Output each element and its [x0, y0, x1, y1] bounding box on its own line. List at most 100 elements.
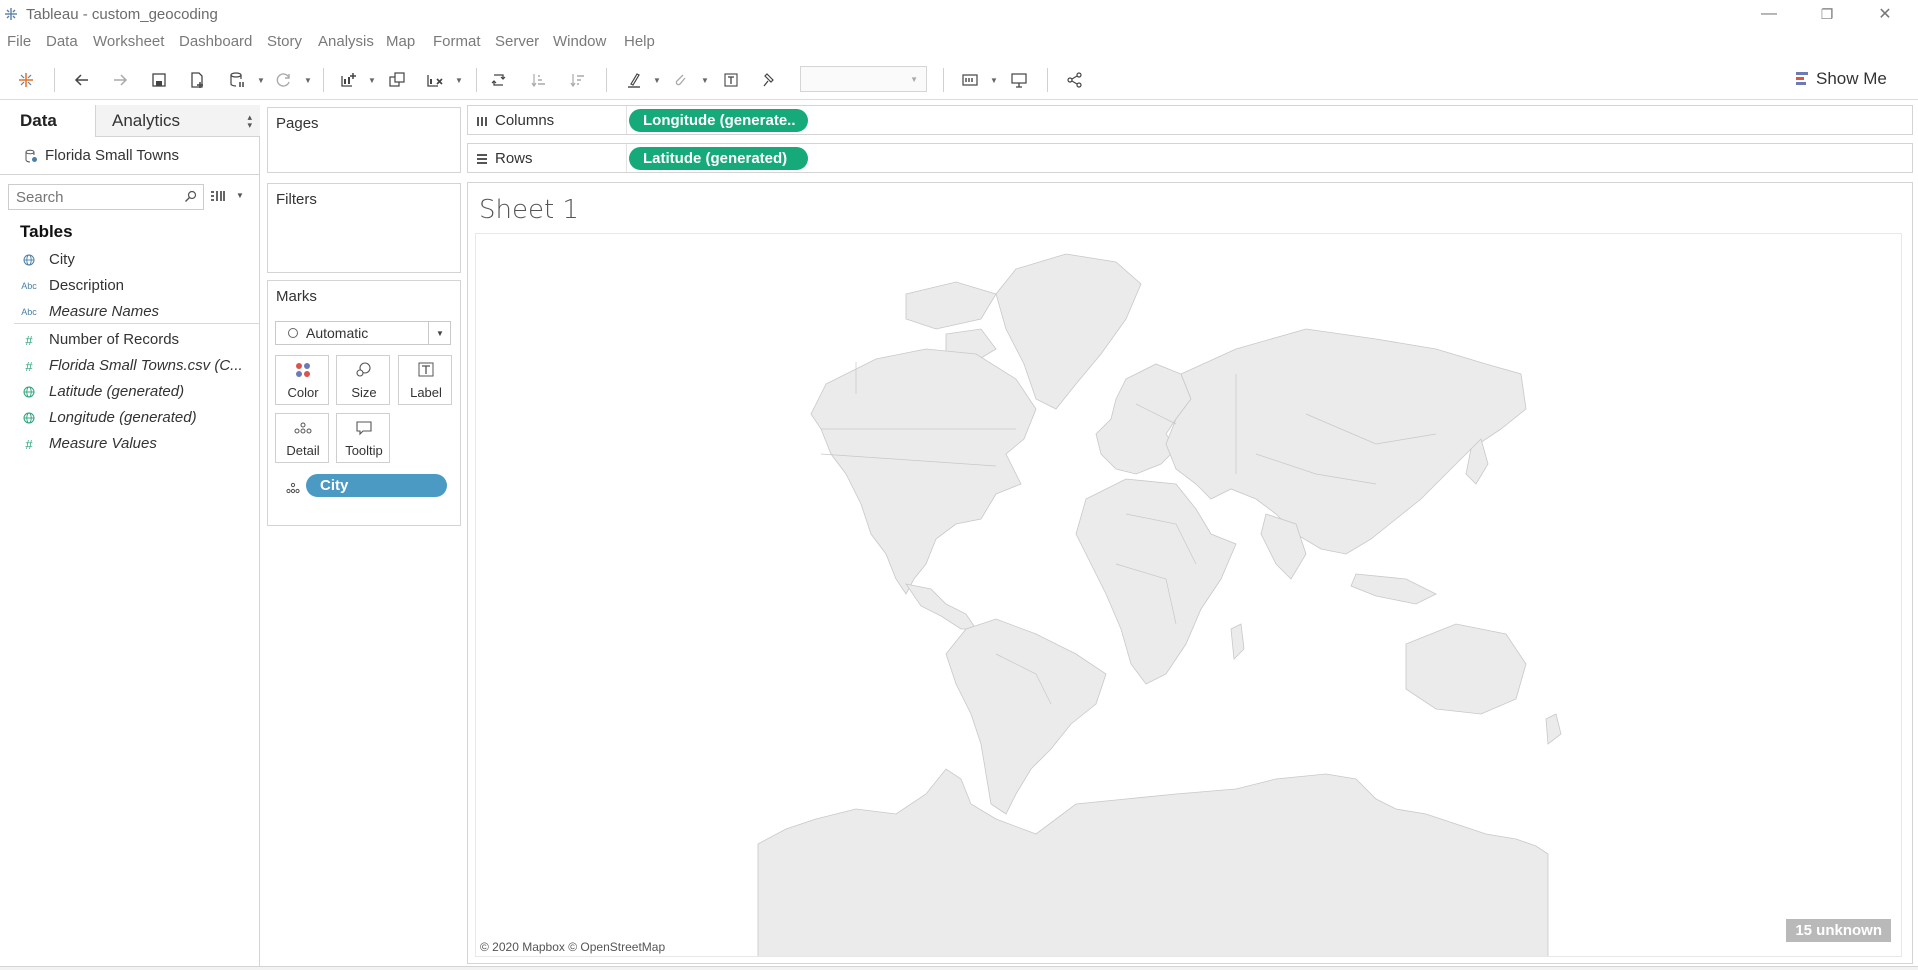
new-datasource-icon[interactable] [183, 66, 211, 94]
close-button[interactable]: ✕ [1856, 0, 1914, 28]
label-icon [399, 362, 453, 380]
group-members-icon[interactable] [666, 66, 694, 94]
australia-shape [1405, 623, 1527, 715]
marks-city-pill[interactable]: City [306, 474, 447, 497]
map-attribution[interactable]: © 2020 Mapbox © OpenStreetMap [480, 940, 665, 954]
redo-icon[interactable] [106, 66, 134, 94]
field-longitude-generated[interactable]: Longitude (generated) [0, 407, 258, 429]
tab-analytics-label: Analytics [112, 111, 181, 130]
mark-type-dropdown[interactable]: Automatic ▼ [275, 321, 451, 345]
marks-card-title: Marks [276, 288, 317, 305]
list-view-icon[interactable] [210, 188, 226, 204]
tableau-start-icon[interactable] [12, 66, 40, 94]
pane-tabs: Data Analytics ▴ ▾ [0, 105, 260, 137]
save-icon[interactable] [145, 66, 173, 94]
field-name: Measure Names [49, 303, 160, 320]
field-city[interactable]: City [0, 249, 258, 271]
share-icon[interactable] [1061, 66, 1089, 94]
swap-rows-columns-icon[interactable] [486, 66, 514, 94]
unknown-indicator[interactable]: 15 unknown [1786, 919, 1891, 942]
presentation-mode-icon[interactable] [1005, 66, 1033, 94]
menu-dashboard[interactable]: Dashboard [179, 33, 252, 50]
abc-icon: Abc [21, 307, 37, 317]
rows-shelf[interactable]: Rows Latitude (generated) [467, 143, 1913, 173]
fit-dropdown[interactable]: ▼ [800, 66, 927, 92]
duplicate-sheet-icon[interactable] [383, 66, 411, 94]
size-button[interactable]: Size [336, 355, 390, 405]
shelf-divider [626, 144, 627, 172]
pause-dropdown-icon[interactable]: ▼ [257, 76, 265, 85]
tab-data[interactable]: Data [0, 105, 96, 137]
pages-card[interactable]: Pages [267, 107, 461, 173]
field-measure-values[interactable]: # Measure Values [0, 433, 258, 455]
title-bar: Tableau - custom_geocoding — ❐ ✕ [0, 0, 1918, 28]
refresh-dropdown-icon[interactable]: ▼ [304, 76, 312, 85]
worksheet-view: Sheet 1 © 2020 Mapbox © OpenStreetMap 15… [467, 182, 1913, 964]
columns-shelf[interactable]: Columns Longitude (generate.. [467, 105, 1913, 135]
mark-type-label: Automatic [306, 325, 369, 341]
highlight-icon[interactable] [620, 66, 648, 94]
menu-worksheet[interactable]: Worksheet [93, 33, 164, 50]
minimize-button[interactable]: — [1740, 0, 1798, 28]
menu-format[interactable]: Format [433, 33, 481, 50]
mark-type-dropdown-button[interactable]: ▼ [428, 322, 450, 344]
show-me-button[interactable]: Show Me [1796, 66, 1887, 92]
columns-icon [477, 117, 487, 126]
restore-button[interactable]: ❐ [1798, 0, 1856, 28]
menu-server[interactable]: Server [495, 33, 539, 50]
field-number-of-records[interactable]: # Number of Records [0, 329, 258, 351]
show-mark-labels-icon[interactable] [717, 66, 745, 94]
filters-card[interactable]: Filters [267, 183, 461, 273]
menu-data[interactable]: Data [46, 33, 78, 50]
refresh-icon[interactable] [270, 66, 298, 94]
view-dropdown-icon[interactable]: ▼ [236, 191, 244, 200]
chevron-down-icon: ▼ [436, 329, 444, 338]
detail-button[interactable]: Detail [275, 413, 329, 463]
field-measure-names[interactable]: Abc Measure Names [0, 301, 258, 323]
clear-sheet-icon[interactable] [421, 66, 449, 94]
pause-updates-icon[interactable] [223, 66, 251, 94]
tooltip-button[interactable]: Tooltip [336, 413, 390, 463]
menu-window[interactable]: Window [553, 33, 606, 50]
field-latitude-generated[interactable]: Latitude (generated) [0, 381, 258, 403]
highlight-dropdown-icon[interactable]: ▼ [653, 76, 661, 85]
field-florida-small-towns-csv[interactable]: # Florida Small Towns.csv (C... [0, 355, 258, 377]
rows-latitude-pill[interactable]: Latitude (generated) [629, 147, 808, 170]
menu-story[interactable]: Story [267, 33, 302, 50]
datasource-item[interactable]: Florida Small Towns [0, 137, 260, 175]
search-input[interactable] [16, 189, 176, 206]
label-button[interactable]: Label [398, 355, 452, 405]
detail-encoding-icon [286, 482, 300, 494]
menu-map[interactable]: Map [386, 33, 415, 50]
datasource-name: Florida Small Towns [45, 147, 179, 164]
central-america-shape [905, 583, 977, 630]
new-worksheet-icon[interactable] [334, 66, 362, 94]
field-description[interactable]: Abc Description [0, 275, 258, 297]
sort-ascending-icon[interactable] [525, 66, 553, 94]
sheet-title[interactable]: Sheet 1 [479, 195, 579, 225]
show-cards-dropdown-icon[interactable]: ▼ [990, 76, 998, 85]
undo-icon[interactable] [68, 66, 96, 94]
menu-help[interactable]: Help [624, 33, 655, 50]
group-dropdown-icon[interactable]: ▼ [701, 76, 709, 85]
datasource-icon [25, 149, 37, 163]
fix-axes-icon[interactable] [755, 66, 783, 94]
map-canvas[interactable]: © 2020 Mapbox © OpenStreetMap 15 unknown [475, 233, 1902, 957]
search-box[interactable] [8, 184, 204, 210]
search-icon[interactable] [184, 190, 197, 203]
pages-card-title: Pages [276, 115, 319, 132]
show-cards-icon[interactable] [956, 66, 984, 94]
field-name: Florida Small Towns.csv (C... [49, 357, 243, 374]
color-button[interactable]: Color [275, 355, 329, 405]
new-worksheet-dropdown-icon[interactable]: ▼ [368, 76, 376, 85]
tab-analytics[interactable]: Analytics ▴ ▾ [96, 105, 260, 137]
asia-shape [1165, 328, 1527, 555]
columns-longitude-pill[interactable]: Longitude (generate.. [629, 109, 808, 132]
sort-descending-icon[interactable] [564, 66, 592, 94]
menu-analysis[interactable]: Analysis [318, 33, 374, 50]
menu-file[interactable]: File [7, 33, 31, 50]
marks-card: Marks Automatic ▼ Color Size Label Detai… [267, 280, 461, 526]
sort-arrows-icon[interactable]: ▴ ▾ [247, 113, 252, 130]
clear-dropdown-icon[interactable]: ▼ [455, 76, 463, 85]
toolbar-separator [323, 68, 324, 92]
